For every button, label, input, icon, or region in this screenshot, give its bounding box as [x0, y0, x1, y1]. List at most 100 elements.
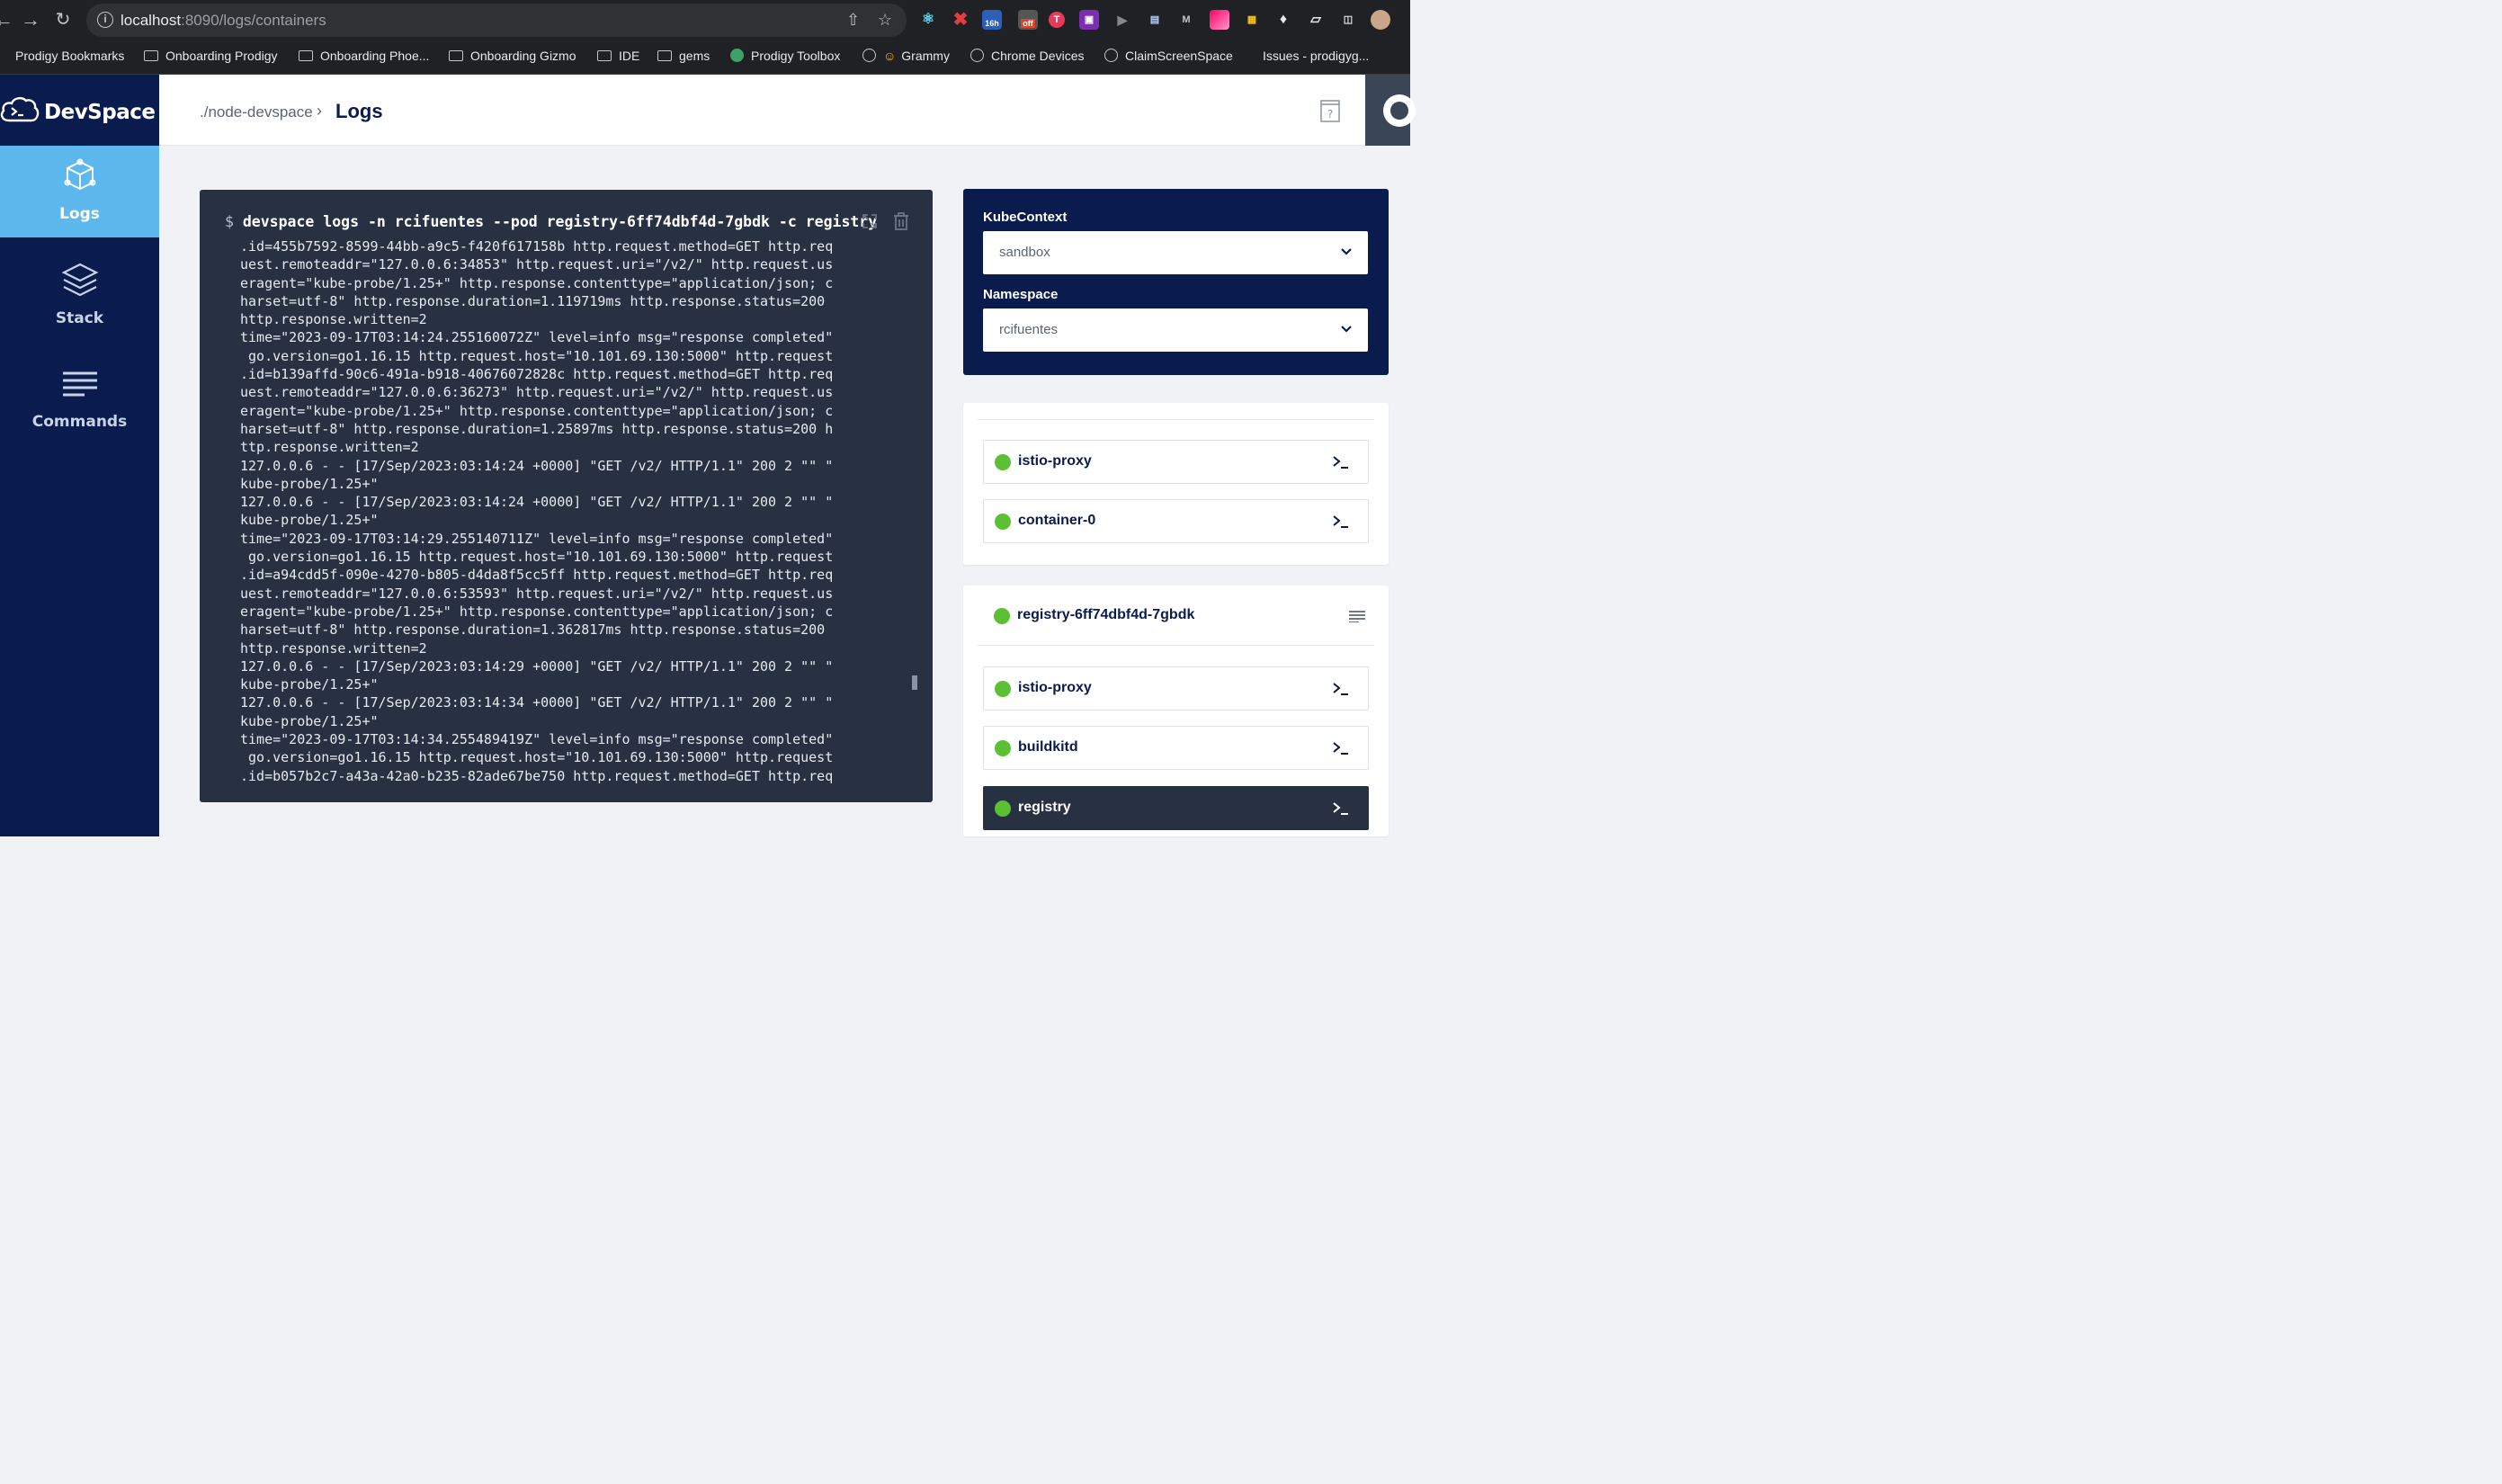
log-line: eragent="kube-probe/1.25+" http.response…: [240, 603, 834, 620]
chevron-down-icon: [1341, 326, 1352, 333]
log-output: .id=455b7592-8599-44bb-a9c5-f420f617158b…: [240, 237, 910, 785]
reload-icon[interactable]: ↻: [50, 7, 76, 32]
svg-text:?: ?: [1327, 108, 1333, 121]
log-line: 127.0.0.6 - - [17/Sep/2023:03:14:34 +000…: [240, 694, 834, 711]
extension-gradient-icon[interactable]: [1210, 10, 1229, 30]
profile-avatar[interactable]: [1371, 10, 1390, 30]
bookmark-folder[interactable]: Onboarding Gizmo: [449, 49, 576, 63]
url-text[interactable]: localhost:8090/logs/containers: [121, 12, 326, 30]
browser-toolbar: ← → ↻ i localhost:8090/logs/containers ⇧…: [0, 0, 1410, 40]
log-line: harset=utf-8" http.response.duration=1.3…: [240, 621, 826, 639]
extension-purple-icon[interactable]: ▣: [1079, 10, 1099, 30]
forward-icon[interactable]: →: [18, 7, 43, 32]
terminal-scrollbar[interactable]: [912, 675, 917, 690]
folder-icon: [657, 50, 672, 61]
bookmark-folder[interactable]: gems: [657, 49, 710, 63]
sidebar-item-label: Logs: [59, 205, 100, 223]
log-line: harset=utf-8" http.response.duration=1.1…: [240, 292, 826, 309]
log-line: 127.0.0.6 - - [17/Sep/2023:03:14:24 +000…: [240, 494, 834, 511]
namespace-select[interactable]: rcifuentes: [983, 308, 1368, 352]
pod-name[interactable]: registry-6ff74dbf4d-7gbdk: [1017, 607, 1194, 623]
trash-icon[interactable]: [893, 212, 909, 230]
log-terminal[interactable]: $ devspace logs -n rcifuentes --pod regi…: [200, 190, 933, 802]
context-panel: KubeContext sandbox Namespace rcifuentes: [963, 189, 1389, 375]
lines-icon: [63, 371, 97, 397]
extension-play-icon[interactable]: ▶: [1112, 10, 1132, 30]
cloud-terminal-icon: [0, 96, 40, 122]
kubecontext-select[interactable]: sandbox: [983, 231, 1368, 274]
log-line: uest.remoteaddr="127.0.0.6:34853" http.r…: [240, 256, 834, 273]
extension-frame-icon[interactable]: ▦: [1242, 10, 1262, 30]
log-line: eragent="kube-probe/1.25+" http.response…: [240, 402, 834, 419]
log-line: kube-probe/1.25+": [240, 712, 379, 729]
sidebar: DevSpace Logs Stack Commands: [0, 75, 159, 836]
address-bar[interactable]: i localhost:8090/logs/containers ⇧ ☆: [86, 4, 907, 37]
sidebar-item-stack[interactable]: Stack: [0, 250, 159, 342]
extension-x-icon[interactable]: ✖: [951, 10, 970, 30]
help-book-icon[interactable]: ?: [1319, 98, 1341, 123]
bookmark-folder[interactable]: Onboarding Prodigy: [144, 49, 278, 63]
container-row[interactable]: buildkitd: [983, 726, 1369, 770]
bookmark-item[interactable]: ☺ Grammy: [862, 49, 950, 63]
kubecontext-value: sandbox: [999, 245, 1050, 260]
bookmark-item[interactable]: Prodigy Bookmarks: [15, 49, 124, 63]
log-line: kube-probe/1.25+": [240, 512, 379, 529]
share-icon[interactable]: ⇧: [846, 11, 860, 30]
bookmarks-bar: Prodigy Bookmarks Onboarding Prodigy Onb…: [0, 40, 1410, 75]
container-name: container-0: [1018, 513, 1096, 528]
log-line: time="2023-09-17T03:14:34.255489419Z" le…: [240, 731, 834, 748]
breadcrumb[interactable]: ./node-devspace: [200, 103, 313, 121]
container-row[interactable]: container-0: [983, 499, 1369, 543]
status-dot: [995, 454, 1011, 470]
log-line: .id=b057b2c7-a43a-42a0-b235-82ade67be750…: [240, 767, 834, 784]
log-line: go.version=go1.16.15 http.request.host="…: [240, 549, 834, 566]
bookmark-folder[interactable]: IDE: [597, 49, 639, 63]
log-line: time="2023-09-17T03:14:29.255140711Z" le…: [240, 530, 834, 547]
terminal-command: $ devspace logs -n rcifuentes --pod regi…: [225, 213, 878, 230]
logs-lines-icon[interactable]: [1349, 610, 1365, 622]
log-line: .id=455b7592-8599-44bb-a9c5-f420f617158b…: [240, 238, 834, 255]
extension-m-icon[interactable]: M: [1176, 10, 1196, 30]
divider: [978, 645, 1374, 646]
react-devtools-icon[interactable]: ⚛: [918, 10, 938, 30]
folder-icon: [144, 50, 158, 61]
side-panel-icon[interactable]: ◫: [1338, 10, 1358, 30]
terminal-prompt-icon[interactable]: [1332, 455, 1350, 469]
brand-logo[interactable]: DevSpace: [0, 75, 159, 146]
container-name: istio-proxy: [1018, 680, 1092, 695]
bookmark-item[interactable]: Issues - prodigyg...: [1257, 49, 1369, 63]
terminal-prompt-icon[interactable]: [1332, 514, 1350, 529]
calendar-extension-icon[interactable]: 16h: [982, 10, 1002, 30]
extension-off-icon[interactable]: off: [1018, 10, 1038, 30]
namespace-value: rcifuentes: [999, 322, 1059, 337]
extension-t-icon[interactable]: T: [1049, 12, 1065, 28]
cast-icon[interactable]: ▱: [1306, 10, 1326, 30]
toolbox-icon: [730, 49, 744, 62]
sidebar-item-logs[interactable]: Logs: [0, 146, 159, 237]
log-line: go.version=go1.16.15 http.request.host="…: [240, 749, 834, 766]
github-corner[interactable]: [1365, 75, 1416, 146]
status-dot: [995, 514, 1011, 530]
terminal-prompt-icon[interactable]: [1332, 801, 1350, 816]
sidebar-item-commands[interactable]: Commands: [0, 353, 159, 445]
site-info-icon[interactable]: i: [97, 12, 113, 28]
back-icon[interactable]: ←: [0, 7, 16, 32]
extension-stack-icon[interactable]: ▤: [1145, 10, 1165, 30]
github-icon: [1383, 94, 1416, 127]
bookmark-item[interactable]: ClaimScreenSpace: [1104, 49, 1233, 63]
terminal-prompt-icon[interactable]: [1332, 741, 1350, 755]
bookmark-star-icon[interactable]: ☆: [878, 11, 892, 30]
folder-icon: [299, 50, 313, 61]
bookmark-item[interactable]: Chrome Devices: [970, 49, 1084, 63]
globe-icon: [970, 49, 984, 62]
container-row-selected[interactable]: registry: [983, 786, 1369, 830]
bookmark-folder[interactable]: Onboarding Phoe...: [299, 49, 429, 63]
log-line: http.response.written=2: [240, 639, 427, 657]
folder-icon: [597, 50, 612, 61]
extensions-puzzle-icon[interactable]: ♦: [1273, 10, 1293, 30]
terminal-prompt-icon[interactable]: [1332, 682, 1350, 696]
bookmark-item[interactable]: Prodigy Toolbox: [730, 49, 840, 63]
container-row[interactable]: istio-proxy: [983, 440, 1369, 484]
container-row[interactable]: istio-proxy: [983, 666, 1369, 711]
expand-icon[interactable]: [862, 213, 878, 229]
